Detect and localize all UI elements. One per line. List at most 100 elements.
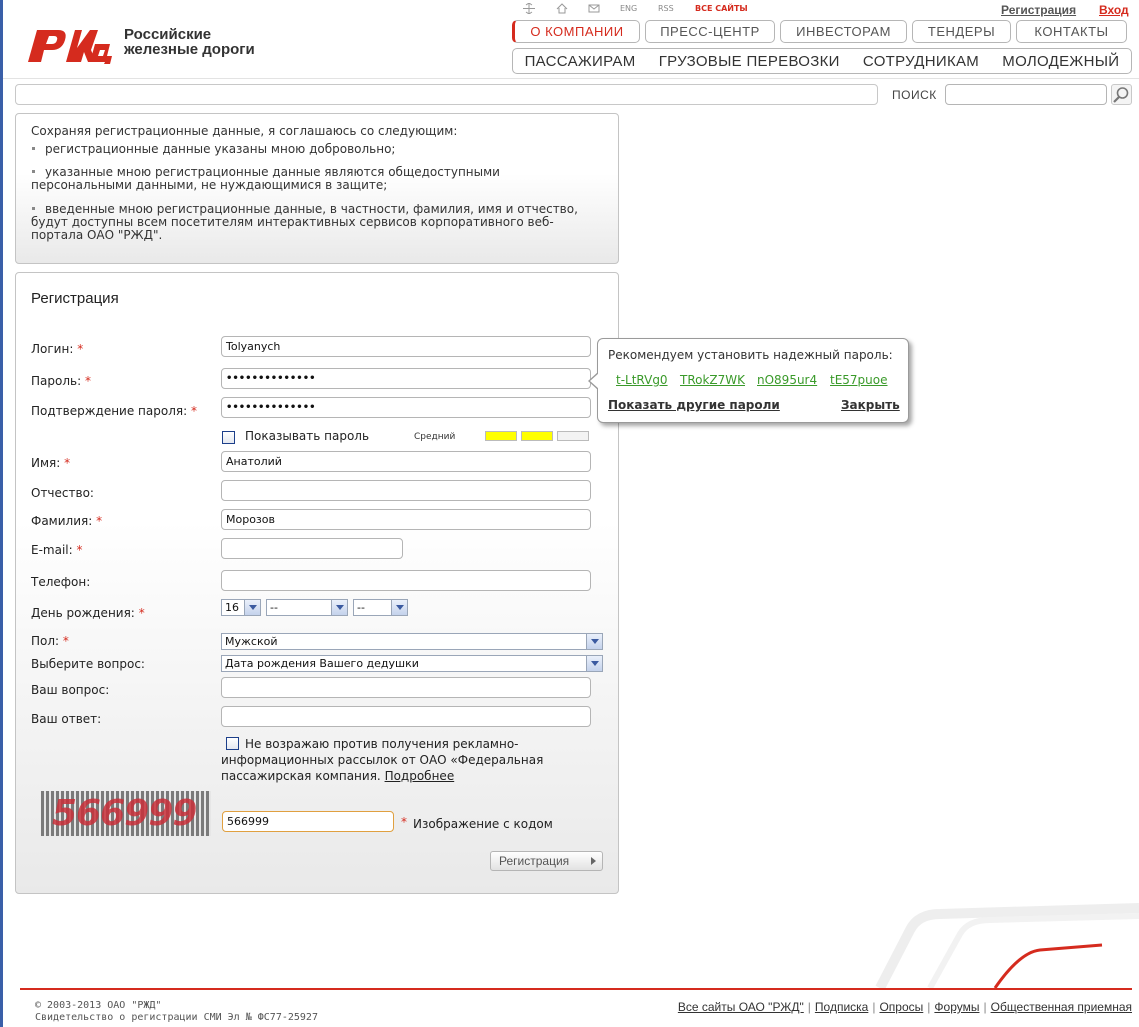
question-select[interactable]: Дата рождения Вашего дедушки (221, 655, 603, 672)
birthday-day-select[interactable]: 16 (221, 599, 261, 616)
login-input[interactable]: Tolyanych (221, 336, 591, 357)
suggested-password[interactable]: tE57puoe (830, 373, 888, 387)
first-name-label: Имя: * (31, 456, 71, 470)
logo-line-2: железные дороги (124, 41, 255, 58)
middle-name-label: Отчество: (31, 486, 94, 500)
registration-title: Регистрация (31, 290, 119, 307)
tooltip-pointer-inner (590, 373, 599, 389)
nav-employees[interactable]: СОТРУДНИКАМ (863, 53, 979, 70)
required-mark: * (401, 815, 407, 829)
captcha-label: Изображение с кодом (413, 817, 553, 831)
tab-investors[interactable]: ИНВЕСТОРАМ (780, 20, 907, 43)
chevron-down-icon (331, 600, 347, 615)
copyright-text: © 2003-2013 ОАО "РЖД" (35, 1000, 162, 1011)
middle-name-input[interactable] (221, 480, 591, 501)
register-submit-button[interactable]: Регистрация (490, 851, 603, 871)
mail-icon[interactable] (588, 3, 600, 14)
chevron-down-icon (391, 600, 407, 615)
register-link[interactable]: Регистрация (1001, 3, 1076, 17)
last-name-label: Фамилия: * (31, 514, 103, 528)
show-password-label: Показывать пароль (245, 429, 370, 443)
phone-label: Телефон: (31, 575, 91, 589)
mailing-more-link[interactable]: Подробнее (385, 769, 455, 783)
search-input[interactable] (945, 84, 1107, 105)
strength-segment (485, 431, 517, 441)
own-question-input[interactable] (221, 677, 591, 698)
suggested-password[interactable]: nO895ur4 (757, 373, 817, 387)
footer-links: Все сайты ОАО "РЖД" | Подписка | Опросы | Фору… (677, 1000, 1132, 1014)
rss-link[interactable]: RSS (658, 4, 674, 13)
rzd-logo-icon[interactable] (24, 24, 114, 66)
close-tooltip-link[interactable]: Закрыть (841, 398, 900, 412)
nav-passengers[interactable]: ПАССАЖИРАМ (525, 53, 636, 70)
agreement-item: указанные мною регистрационные данные яв… (31, 165, 500, 192)
strength-segment (521, 431, 553, 441)
agreement-intro: Сохраняя регистрационные данные, я согла… (31, 124, 458, 138)
search-label: ПОИСК (892, 88, 937, 102)
first-name-input[interactable]: Анатолий (221, 451, 591, 472)
last-name-input[interactable]: Морозов (221, 509, 591, 530)
agreement-panel: Сохраняя регистрационные данные, я согла… (15, 113, 619, 264)
suggested-password[interactable]: TRokZ7WK (680, 373, 745, 387)
birthday-year-select[interactable]: -- (353, 599, 408, 616)
chevron-down-icon (586, 634, 602, 649)
nav-youth[interactable]: МОЛОДЕЖНЫЙ (1002, 53, 1119, 70)
footer-link-forums[interactable]: Форумы (934, 1000, 979, 1014)
confirm-password-input[interactable]: •••••••••••••• (221, 397, 591, 418)
breadcrumb-bar (15, 84, 878, 105)
footer-link-reception[interactable]: Общественная приемная (991, 1000, 1132, 1014)
captcha-image-text: 566999 (52, 793, 197, 834)
show-password-checkbox[interactable] (222, 431, 235, 444)
chevron-down-icon (586, 656, 602, 671)
birthday-label: День рождения: * (31, 606, 145, 620)
footer-swoosh-graphic (875, 903, 1139, 990)
mailing-text: Не возражаю против получения рекламно-ин… (221, 737, 544, 783)
nav-freight[interactable]: ГРУЗОВЫЕ ПЕРЕВОЗКИ (659, 53, 840, 70)
agreement-item: регистрационные данные указаны мною добр… (31, 143, 601, 156)
password-label: Пароль: * (31, 374, 91, 388)
search-button[interactable] (1111, 84, 1132, 105)
sitemap-icon[interactable] (523, 3, 535, 14)
email-label: E-mail: * (31, 543, 83, 557)
footer-link-subscribe[interactable]: Подписка (815, 1000, 868, 1014)
own-question-label: Ваш вопрос: (31, 683, 110, 697)
footer-link-polls[interactable]: Опросы (879, 1000, 923, 1014)
gender-label: Пол: * (31, 634, 69, 648)
login-label: Логин: * (31, 342, 84, 356)
home-icon[interactable] (556, 3, 568, 14)
phone-input[interactable] (221, 570, 591, 591)
eng-link[interactable]: ENG (620, 4, 637, 13)
tab-company[interactable]: О КОМПАНИИ (512, 20, 640, 43)
password-input[interactable]: •••••••••••••• (221, 368, 591, 389)
footer-copyright: © 2003-2013 ОАО "РЖД" Свидетельство о ре… (35, 1000, 318, 1024)
birthday-month-select[interactable]: -- (266, 599, 348, 616)
certificate-text: Свидетельство о регистрации СМИ Эл № ФС7… (35, 1012, 318, 1023)
strength-segment (557, 431, 589, 441)
tab-tenders[interactable]: ТЕНДЕРЫ (912, 20, 1011, 43)
all-sites-link[interactable]: ВСЕ САЙТЫ (695, 4, 748, 13)
confirm-password-label: Подтверждение пароля: * (31, 404, 197, 418)
footer-link-all-sites[interactable]: Все сайты ОАО "РЖД" (678, 1000, 804, 1014)
captcha-input[interactable]: 566999 (222, 811, 394, 832)
answer-input[interactable] (221, 706, 591, 727)
logo-line-1: Российские (124, 26, 212, 43)
header-divider (3, 78, 1139, 79)
show-more-passwords-link[interactable]: Показать другие пароли (608, 398, 780, 412)
logo-text[interactable]: Российские железные дороги (124, 27, 255, 57)
tooltip-title: Рекомендуем установить надежный пароль: (608, 348, 893, 362)
footer-divider (20, 988, 1132, 990)
section-nav: ПАССАЖИРАМ ГРУЗОВЫЕ ПЕРЕВОЗКИ СОТРУДНИКА… (512, 48, 1132, 74)
login-link[interactable]: Вход (1099, 3, 1129, 17)
email-input[interactable] (221, 538, 403, 559)
chevron-down-icon (244, 600, 260, 615)
answer-label: Ваш ответ: (31, 712, 102, 726)
tab-contacts[interactable]: КОНТАКТЫ (1016, 20, 1127, 43)
arrow-right-icon (591, 857, 596, 865)
gender-select[interactable]: Мужской (221, 633, 603, 650)
suggested-password[interactable]: t-LtRVg0 (616, 373, 668, 387)
tab-press[interactable]: ПРЕСС-ЦЕНТР (645, 20, 775, 43)
search-icon (1113, 87, 1129, 103)
strength-label: Средний (414, 432, 456, 442)
question-select-label: Выберите вопрос: (31, 657, 145, 671)
agreement-item: введенные мною регистрационные данные, в… (31, 202, 578, 242)
